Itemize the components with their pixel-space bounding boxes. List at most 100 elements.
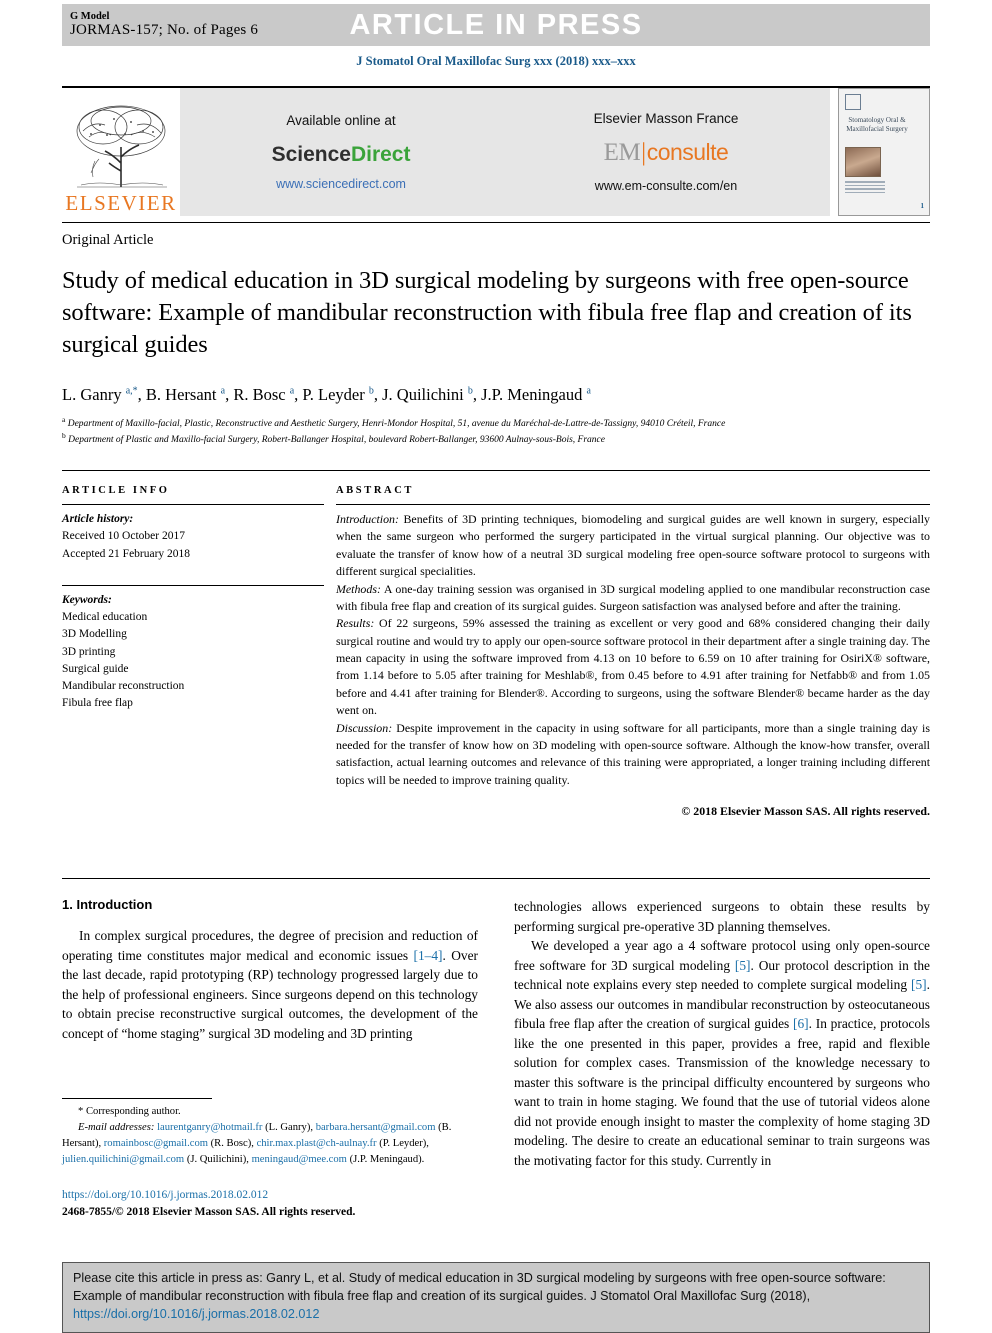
abstract-discussion-text: Despite improvement in the capacity in u… (336, 720, 930, 787)
email-address[interactable]: romainbosc@gmail.com (104, 1138, 208, 1149)
accepted-date: Accepted 21 February 2018 (62, 547, 191, 560)
cover-photo (845, 147, 881, 177)
affiliation-b: b Department of Plastic and Maxillo-faci… (62, 431, 930, 448)
article-info-column: ARTICLE INFO Article history: Received 1… (62, 485, 324, 820)
emconsulte-word-consulte: consulte (646, 139, 729, 166)
abstract-heading: ABSTRACT (336, 485, 414, 496)
publisher-name: Elsevier Masson France (593, 110, 739, 126)
keywords-label: Keywords: (62, 593, 112, 606)
emconsulte-url[interactable]: www.em-consulte.com/en (594, 177, 739, 195)
doi-block: https://doi.org/10.1016/j.jormas.2018.02… (62, 1187, 478, 1222)
email-address[interactable]: meningaud@mee.com (252, 1154, 347, 1165)
right-paragraph-1: technologies allows experienced surgeons… (514, 899, 930, 934)
article-info-divider (62, 504, 324, 505)
sciencedirect-word-science: Science (271, 142, 351, 166)
banner-grey-area: Available online at ScienceDirect www.sc… (180, 88, 830, 216)
affiliation-a-text: Department of Maxillo-facial, Plastic, R… (67, 418, 726, 429)
abstract-results: Results: Of 22 surgeons, 59% assessed th… (336, 615, 930, 719)
affiliation-b-text: Department of Plastic and Maxillo-facial… (68, 435, 605, 446)
article-info-heading: ARTICLE INFO (62, 485, 170, 496)
affiliation-marker-b: b (62, 431, 66, 441)
journal-cover-thumbnail: Stomatology Oral & Maxillofacial Surgery… (838, 88, 930, 216)
citation-ref-6[interactable]: [6] (793, 1016, 809, 1031)
abstract-introduction-label: Introduction: (336, 512, 399, 526)
citation-ref-5b[interactable]: [5] (911, 977, 927, 992)
article-history-block: Article history: Received 10 October 201… (62, 511, 324, 563)
journal-reference: J Stomatol Oral Maxillofac Surg xxx (201… (356, 54, 636, 68)
corresponding-author-note: * Corresponding author. (62, 1104, 478, 1120)
keyword-item: Fibula free flap (62, 697, 133, 710)
article-in-press-banner: G Model JORMAS-157; No. of Pages 6 ARTIC… (62, 4, 930, 46)
intro-paragraph-1: In complex surgical procedures, the degr… (62, 926, 478, 1043)
abstract-methods-text: A one-day training session was organised… (336, 581, 930, 613)
affiliation-a: a Department of Maxillo-facial, Plastic,… (62, 415, 930, 432)
email-owner: (P. Leyder), (379, 1137, 429, 1149)
sciencedirect-url[interactable]: www.sciencedirect.com (272, 175, 411, 193)
keyword-item: Surgical guide (62, 662, 129, 675)
cite-this-article-box: Please cite this article in press as: Ga… (62, 1262, 930, 1333)
masthead-banner: ELSEVIER Available online at ScienceDire… (62, 86, 930, 216)
sciencedirect-block: Available online at ScienceDirect www.sc… (272, 111, 411, 193)
keyword-item: Mandibular reconstruction (62, 680, 185, 692)
email-address[interactable]: barbara.hersant@gmail.com (316, 1122, 436, 1133)
abstract-copyright: © 2018 Elsevier Masson SAS. All rights r… (681, 804, 930, 818)
email-address[interactable]: chir.max.plast@ch-aulnay.fr (257, 1138, 377, 1149)
cover-publisher-mark-icon (845, 94, 861, 110)
abstract-divider (336, 504, 930, 505)
email-owner: (J. Quilichini), (186, 1153, 249, 1165)
email-owner: (R. Bosc), (210, 1137, 254, 1149)
abstract-body: Introduction: Benefits of 3D printing te… (336, 511, 930, 820)
available-online-label: Available online at (286, 112, 396, 128)
footnote-divider (62, 1098, 212, 1099)
doi-link[interactable]: https://doi.org/10.1016/j.jormas.2018.02… (62, 1187, 478, 1204)
abstract-discussion-label: Discussion: (336, 720, 393, 735)
abstract-introduction-text: Benefits of 3D printing techniques, biom… (336, 512, 930, 579)
abstract-results-label: Results: (336, 616, 375, 631)
keywords-block: Keywords: Medical education 3D Modelling… (62, 584, 324, 713)
email-owner: (J.P. Meningaud). (349, 1153, 425, 1165)
page-title: Study of medical education in 3D surgica… (62, 267, 912, 359)
footnote-block: * Corresponding author. E-mail addresses… (62, 1098, 478, 1221)
citation-doi-link[interactable]: https://doi.org/10.1016/j.jormas.2018.02… (73, 1307, 319, 1321)
keywords-divider (62, 584, 324, 586)
corresponding-author-marker: * (78, 1106, 84, 1117)
cover-text-lines (845, 181, 885, 195)
emconsulte-logo: EM|consulte (594, 135, 739, 171)
abstract-results-text: Of 22 surgeons, 59% assessed the trainin… (336, 616, 930, 718)
emconsulte-block: Elsevier Masson France EM|consulte www.e… (594, 109, 739, 196)
article-history-label: Article history: (62, 513, 134, 525)
email-owner: (L. Ganry), (265, 1121, 314, 1133)
affiliation-marker-a: a (62, 414, 66, 424)
article-in-press-text: ARTICLE IN PRESS (349, 8, 643, 41)
citation-ref-1-4[interactable]: [1–4] (414, 948, 443, 963)
email-addresses-note: E-mail addresses: laurentganry@hotmail.f… (62, 1120, 478, 1168)
keyword-item: 3D printing (62, 645, 116, 658)
article-header: Original Article Study of medical educat… (62, 222, 930, 448)
issn-copyright-line: 2468-7855/© 2018 Elsevier Masson SAS. Al… (62, 1205, 356, 1218)
citation-ref-5a[interactable]: [5] (735, 958, 751, 973)
elsevier-tree-icon (76, 105, 167, 188)
section-heading-introduction: 1. Introduction (62, 897, 153, 912)
abstract-methods-label: Methods: (336, 581, 381, 596)
abstract-introduction: Introduction: Benefits of 3D printing te… (336, 511, 930, 581)
right-para-2-part-d: . In practice, protocols like the one pr… (514, 1016, 930, 1168)
emconsulte-word-em: EM (603, 139, 641, 167)
abstract-section: ARTICLE INFO Article history: Received 1… (62, 470, 930, 820)
citation-main-text: Please cite this article in press as: Ga… (73, 1271, 886, 1303)
email-address[interactable]: julien.quilichini@gmail.com (62, 1154, 184, 1165)
author-list: L. Ganry a,*, B. Hersant a, R. Bosc a, P… (62, 385, 591, 405)
paper-page: G Model JORMAS-157; No. of Pages 6 ARTIC… (0, 0, 992, 1333)
abstract-column: ABSTRACT Introduction: Benefits of 3D pr… (324, 485, 930, 820)
sciencedirect-word-direct: Direct (350, 142, 411, 166)
email-address[interactable]: laurentganry@hotmail.fr (157, 1122, 262, 1133)
sciencedirect-logo: ScienceDirect (272, 140, 411, 170)
right-paragraph-2: We developed a year ago a 4 software pro… (514, 936, 930, 1170)
elsevier-logo: ELSEVIER (62, 88, 180, 216)
citation-text: Please cite this article in press as: Ga… (73, 1270, 919, 1324)
keyword-item: Medical education (62, 611, 148, 623)
received-date: Received 10 October 2017 (62, 530, 185, 543)
elsevier-wordmark: ELSEVIER (65, 191, 177, 215)
abstract-methods: Methods: A one-day training session was … (336, 581, 930, 616)
article-type: Original Article (62, 232, 154, 248)
cover-volume-badge: 1 (920, 202, 925, 210)
